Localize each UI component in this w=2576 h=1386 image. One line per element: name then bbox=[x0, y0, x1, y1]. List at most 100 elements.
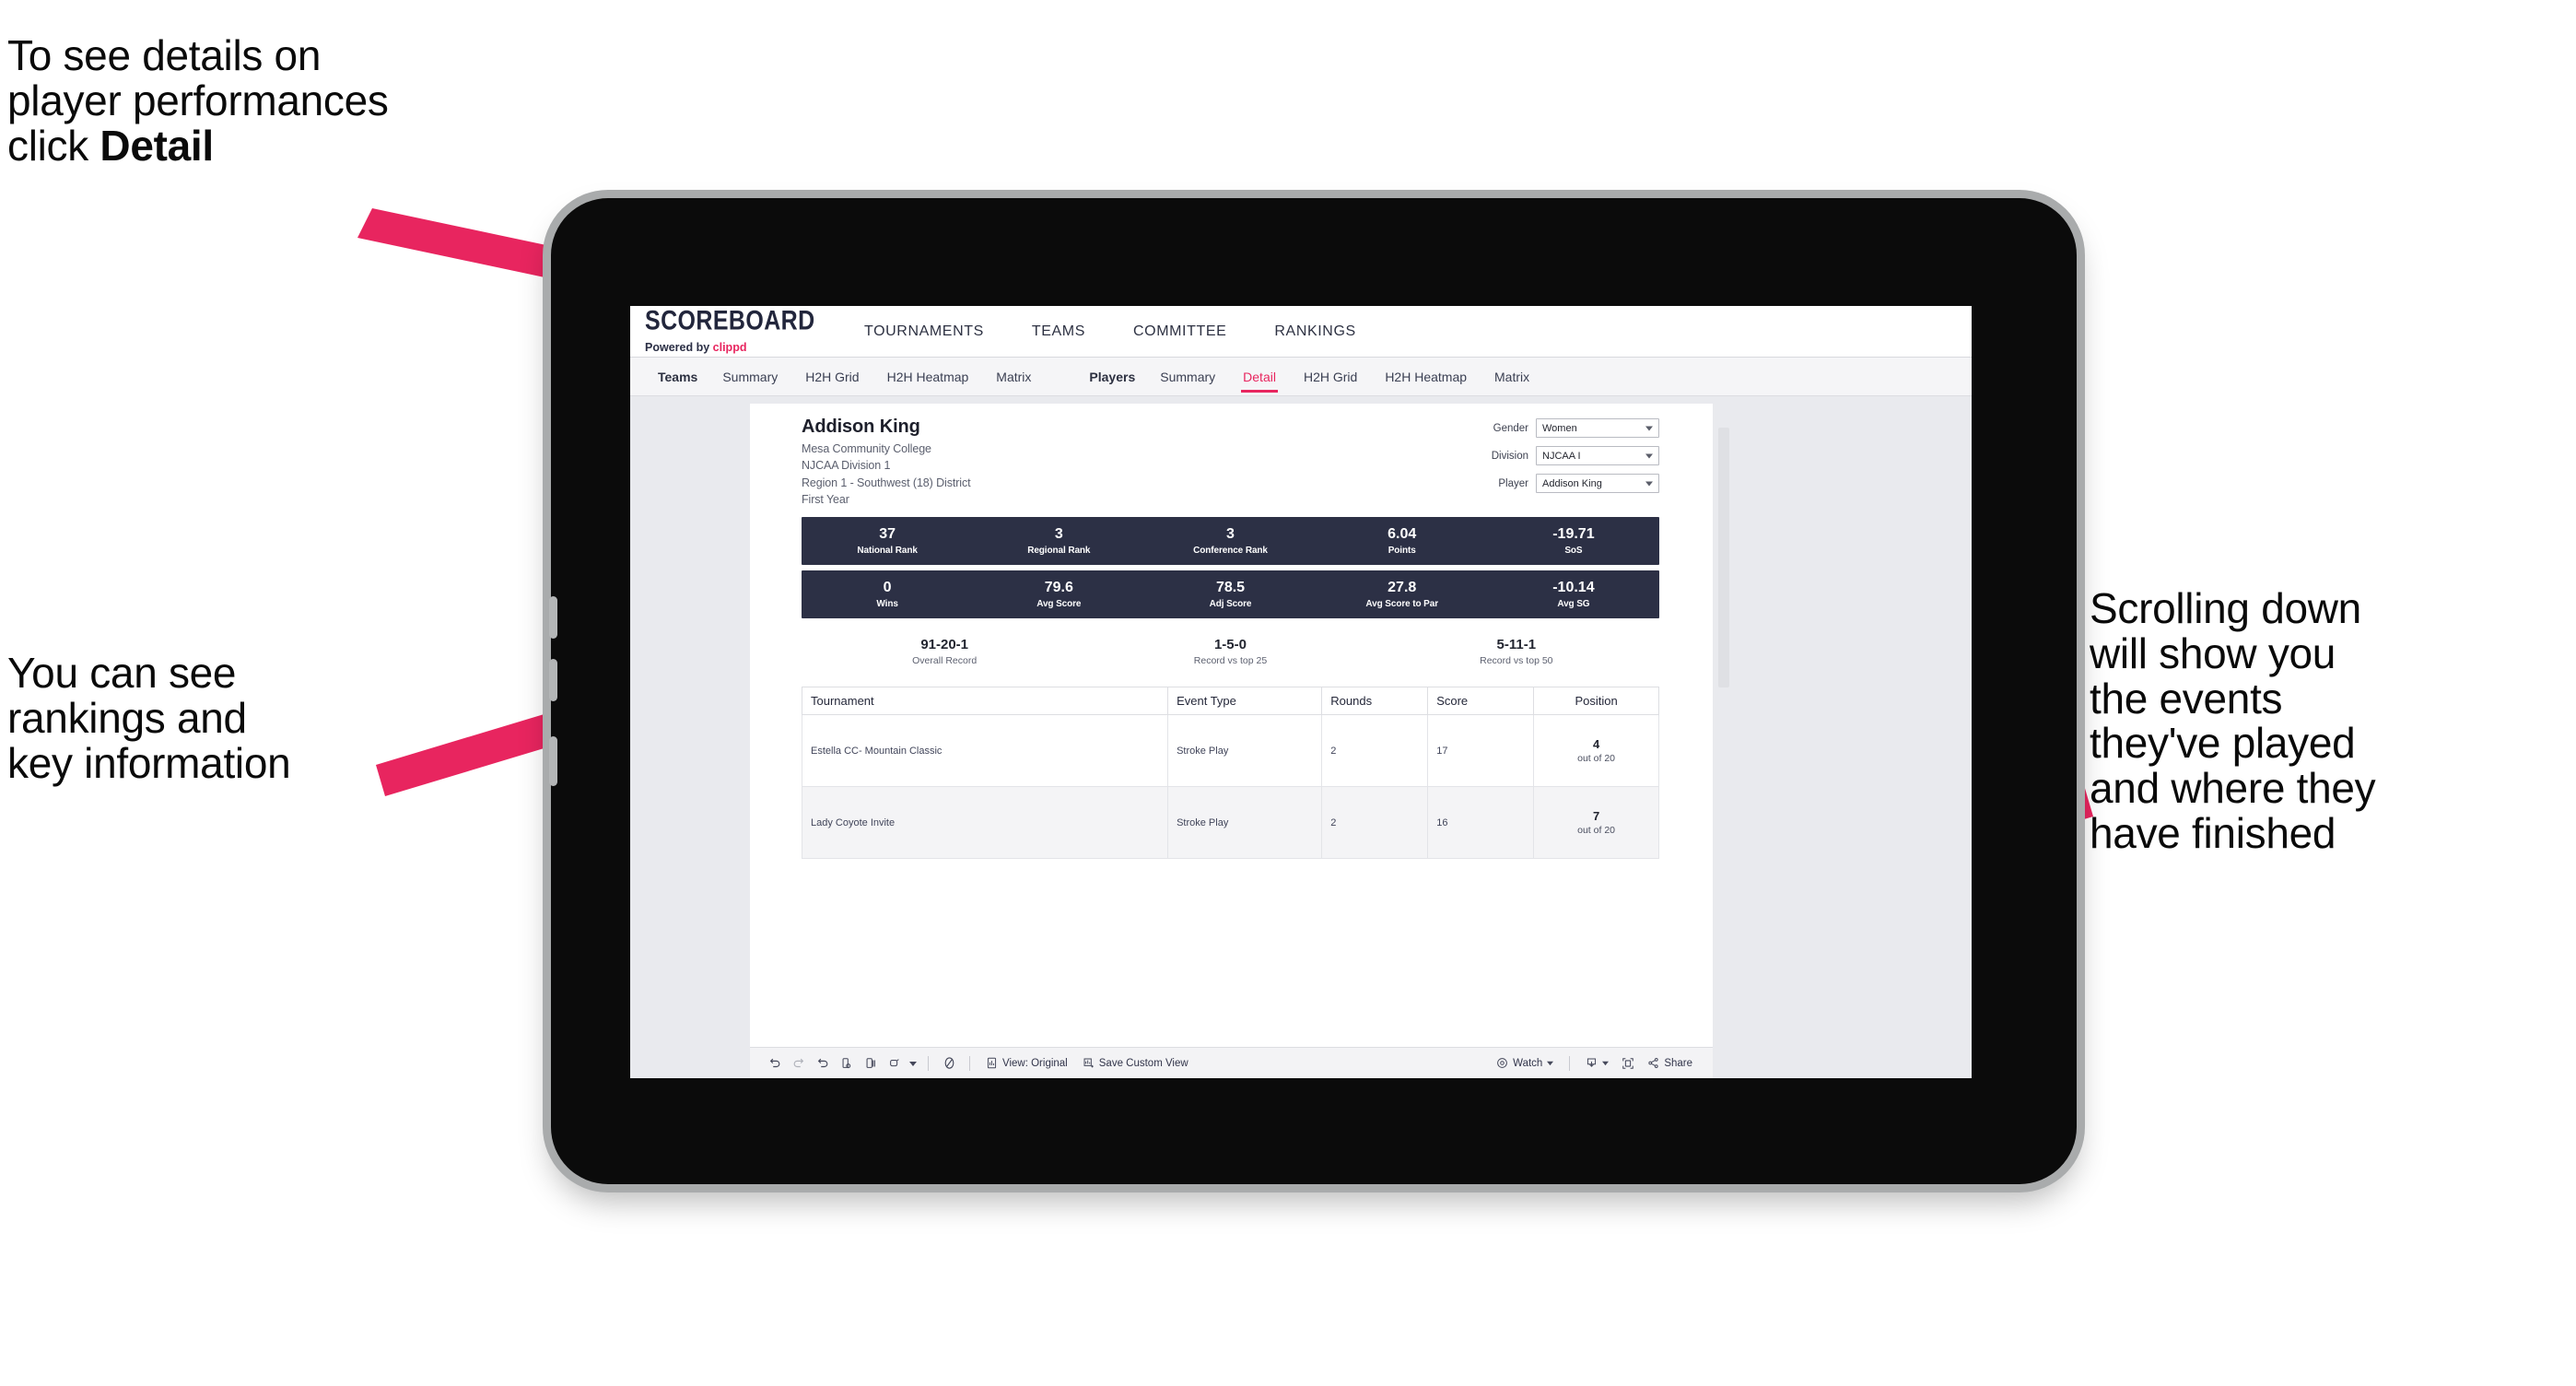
filter-division-select[interactable]: NJCAA I bbox=[1536, 446, 1659, 465]
stat-points: 6.04 Points bbox=[1317, 526, 1488, 556]
nav-item-committee[interactable]: COMMITTEE bbox=[1109, 323, 1250, 340]
stats-bar-scoring: 0 Wins 79.6 Avg Score 78.5 Adj Score 27.… bbox=[802, 570, 1659, 618]
refresh-data-icon[interactable] bbox=[835, 1051, 859, 1075]
cell-position-value: 7 bbox=[1592, 809, 1600, 823]
filter-player-select[interactable]: Addison King bbox=[1536, 474, 1659, 493]
vertical-scrollbar[interactable] bbox=[1718, 428, 1729, 687]
workbook-canvas: Addison King Mesa Community College NJCA… bbox=[630, 396, 1972, 1078]
record-overall-value: 91-20-1 bbox=[920, 637, 969, 652]
col-header-event-type[interactable]: Event Type bbox=[1167, 687, 1323, 715]
chevron-down-icon bbox=[1645, 481, 1653, 486]
stat-points-label: Points bbox=[1388, 546, 1416, 557]
records-row: 91-20-1 Overall Record 1-5-0 Record vs t… bbox=[802, 637, 1659, 666]
stat-avg-score-to-par: 27.8 Avg Score to Par bbox=[1317, 580, 1488, 609]
stat-avg-sg-value: -10.14 bbox=[1552, 579, 1595, 595]
tab-players-h2h-heatmap[interactable]: H2H Heatmap bbox=[1371, 358, 1481, 396]
filter-player-label: Player bbox=[1498, 477, 1528, 489]
record-vs-top-50-value: 5-11-1 bbox=[1496, 637, 1537, 652]
filter-division-label: Division bbox=[1491, 450, 1528, 462]
stat-wins-value: 0 bbox=[883, 579, 892, 595]
record-vs-top-25-label: Record vs top 25 bbox=[1193, 655, 1268, 666]
filter-panel: Gender Women Division NJCAA I Player Add… bbox=[1457, 418, 1659, 501]
col-header-position[interactable]: Position bbox=[1533, 687, 1659, 715]
nav-item-tournaments[interactable]: TOURNAMENTS bbox=[840, 323, 1008, 340]
tablet-volume-down-button[interactable] bbox=[549, 659, 557, 701]
annotation-right: Scrolling down will show you the events … bbox=[2090, 584, 2376, 857]
tablet-power-button[interactable] bbox=[549, 736, 557, 786]
stat-avg-sg-label: Avg SG bbox=[1557, 599, 1590, 610]
toolbar-divider bbox=[928, 1055, 929, 1071]
tab-teams-matrix[interactable]: Matrix bbox=[982, 358, 1045, 396]
filter-gender-select[interactable]: Women bbox=[1536, 418, 1659, 438]
cell-rounds: 2 bbox=[1321, 714, 1429, 787]
record-vs-top-50: 5-11-1 Record vs top 50 bbox=[1374, 637, 1659, 666]
view-original-label: View: Original bbox=[1002, 1057, 1068, 1069]
col-header-score[interactable]: Score bbox=[1427, 687, 1535, 715]
download-button[interactable] bbox=[1578, 1057, 1616, 1069]
watch-button[interactable]: Watch bbox=[1489, 1057, 1561, 1069]
logo-powered-by-text: Powered by bbox=[645, 340, 710, 354]
workbook-toolbar: View: Original Save Custom View Watch Sh… bbox=[750, 1047, 1713, 1078]
logo-powered-by: Powered by clippd bbox=[645, 341, 809, 354]
stat-avg-sg: -10.14 Avg SG bbox=[1488, 580, 1659, 609]
redo-icon[interactable] bbox=[787, 1051, 811, 1075]
tab-players-h2h-grid[interactable]: H2H Grid bbox=[1290, 358, 1371, 396]
save-custom-view-button[interactable]: Save Custom View bbox=[1075, 1057, 1196, 1069]
nav-item-teams[interactable]: TEAMS bbox=[1008, 323, 1109, 340]
stat-adj-score-label: Adj Score bbox=[1209, 599, 1252, 610]
tab-players-summary[interactable]: Summary bbox=[1146, 358, 1229, 396]
stat-avg-score-to-par-label: Avg Score to Par bbox=[1365, 599, 1439, 610]
stats-bar-rankings: 37 National Rank 3 Regional Rank 3 Confe… bbox=[802, 517, 1659, 565]
tab-teams-h2h-heatmap[interactable]: H2H Heatmap bbox=[873, 358, 983, 396]
watch-label: Watch bbox=[1513, 1057, 1543, 1069]
record-vs-top-25-value: 1-5-0 bbox=[1213, 637, 1247, 652]
tab-players-detail[interactable]: Detail bbox=[1229, 358, 1290, 396]
col-header-rounds[interactable]: Rounds bbox=[1321, 687, 1429, 715]
fullscreen-icon[interactable] bbox=[1616, 1051, 1640, 1075]
pause-refresh-icon[interactable] bbox=[859, 1051, 883, 1075]
cell-event-type: Stroke Play bbox=[1167, 786, 1323, 859]
undo-icon[interactable] bbox=[763, 1051, 787, 1075]
revert-icon[interactable] bbox=[811, 1051, 835, 1075]
stat-conference-rank-value: 3 bbox=[1226, 525, 1235, 542]
tablet-screen: SCOREBOARD Powered by clippd TOURNAMENTS… bbox=[630, 306, 1972, 1078]
cell-score: 17 bbox=[1427, 714, 1535, 787]
pause-auto-update-icon[interactable] bbox=[883, 1051, 907, 1075]
share-button[interactable]: Share bbox=[1640, 1057, 1700, 1069]
tab-teams-h2h-grid[interactable]: H2H Grid bbox=[791, 358, 872, 396]
teams-group-label: Teams bbox=[658, 369, 698, 384]
stat-avg-score-label: Avg Score bbox=[1036, 599, 1082, 610]
scoreboard-logo[interactable]: SCOREBOARD Powered by clippd bbox=[645, 307, 814, 354]
tab-teams-summary[interactable]: Summary bbox=[708, 358, 791, 396]
nav-item-rankings[interactable]: RANKINGS bbox=[1250, 323, 1379, 340]
stat-sos-label: SoS bbox=[1564, 546, 1583, 557]
player-detail-sheet: Addison King Mesa Community College NJCA… bbox=[750, 404, 1729, 1049]
save-custom-view-label: Save Custom View bbox=[1098, 1057, 1188, 1069]
record-vs-top-50-label: Record vs top 50 bbox=[1480, 655, 1553, 666]
share-label: Share bbox=[1664, 1057, 1692, 1069]
chevron-down-icon bbox=[1547, 1058, 1554, 1069]
players-tab-group: Players Summary Detail H2H Grid H2H Heat… bbox=[1078, 358, 1543, 396]
stat-national-rank-label: National Rank bbox=[857, 546, 918, 557]
cell-tournament: Lady Coyote Invite bbox=[801, 786, 1169, 859]
annotation-top-left-bold: Detail bbox=[100, 121, 214, 170]
pause-icon[interactable] bbox=[937, 1051, 961, 1075]
view-icon bbox=[986, 1057, 998, 1069]
save-view-icon bbox=[1083, 1057, 1095, 1069]
stat-conference-rank-label: Conference Rank bbox=[1193, 546, 1268, 557]
view-original-button[interactable]: View: Original bbox=[978, 1057, 1075, 1069]
tablet-volume-up-button[interactable] bbox=[549, 596, 557, 639]
toolbar-dropdown-caret-icon[interactable] bbox=[907, 1051, 919, 1075]
cell-tournament: Estella CC- Mountain Classic bbox=[801, 714, 1169, 787]
cell-position: 7 out of 20 bbox=[1533, 786, 1659, 859]
tab-players-matrix[interactable]: Matrix bbox=[1481, 358, 1543, 396]
logo-brand-clippd: clippd bbox=[712, 340, 747, 354]
sheet-content: Addison King Mesa Community College NJCA… bbox=[801, 417, 1659, 859]
stat-conference-rank: 3 Conference Rank bbox=[1144, 526, 1316, 556]
teams-tab-group: Teams Summary H2H Grid H2H Heatmap Matri… bbox=[647, 358, 1045, 396]
col-header-tournament[interactable]: Tournament bbox=[801, 687, 1169, 715]
filter-division-row: Division NJCAA I bbox=[1457, 446, 1659, 465]
table-row[interactable]: Estella CC- Mountain Classic Stroke Play… bbox=[801, 714, 1659, 787]
download-icon bbox=[1586, 1057, 1598, 1069]
table-row[interactable]: Lady Coyote Invite Stroke Play 2 16 7 ou… bbox=[801, 786, 1659, 859]
